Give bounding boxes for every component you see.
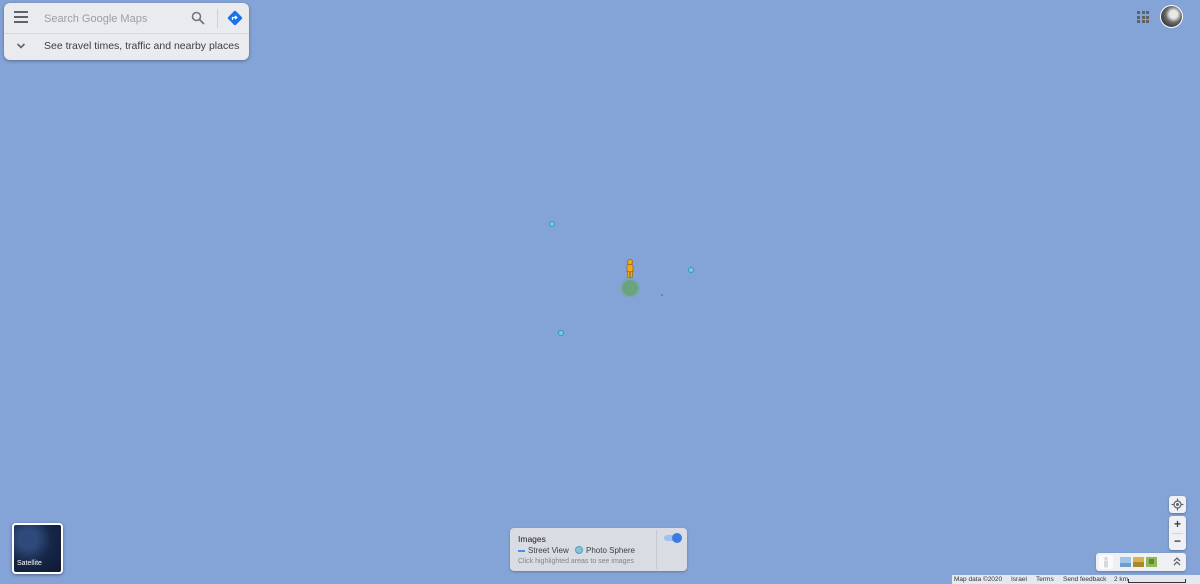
my-location-icon	[1171, 498, 1184, 511]
photo-sphere-marker[interactable]	[549, 221, 555, 227]
travel-times-label: See travel times, traffic and nearby pla…	[44, 40, 240, 52]
avatar[interactable]	[1160, 5, 1183, 28]
divider	[656, 530, 657, 569]
my-location-button[interactable]	[1169, 496, 1186, 513]
imagery-thumbnail[interactable]	[1133, 557, 1144, 567]
imagery-thumbnail[interactable]	[1120, 557, 1131, 567]
street-view-location-marker	[622, 280, 638, 296]
street-view-legend-label: Street View	[528, 546, 569, 555]
scale-label[interactable]: 2 km	[1114, 575, 1128, 584]
expand-icon[interactable]	[1171, 555, 1183, 569]
chevron-down-icon	[16, 43, 26, 49]
search-row	[4, 3, 249, 34]
pegman-placeholder-icon	[1104, 556, 1108, 568]
map-data-attribution: Map data ©2020	[954, 576, 1003, 583]
street-view-legend-line	[518, 550, 525, 552]
pegman-slot[interactable]	[1099, 555, 1113, 569]
search-panel: See travel times, traffic and nearby pla…	[4, 3, 249, 60]
imagery-thumbnail[interactable]	[1146, 557, 1157, 567]
imagery-strip	[1096, 553, 1186, 571]
images-toggle[interactable]	[664, 533, 682, 543]
scale-bar	[1128, 579, 1186, 583]
images-title: Images	[518, 534, 546, 544]
satellite-layer-button[interactable]: Satellite	[12, 523, 63, 574]
menu-icon[interactable]	[14, 11, 28, 23]
zoom-control: + −	[1169, 516, 1186, 550]
directions-icon[interactable]	[227, 10, 243, 26]
terms-link[interactable]: Terms	[1036, 575, 1054, 584]
images-layer-panel: Images Street View Photo Sphere Click hi…	[510, 528, 687, 571]
travel-times-button[interactable]: See travel times, traffic and nearby pla…	[4, 34, 249, 60]
map-footer: Map data ©2020 Israel Terms Send feedbac…	[952, 575, 1200, 584]
satellite-label: Satellite	[17, 560, 42, 567]
map-canvas[interactable]	[0, 0, 1200, 584]
images-hint: Click highlighted areas to see images	[518, 558, 634, 565]
map-point	[661, 294, 663, 296]
search-icon[interactable]	[191, 11, 205, 25]
divider	[217, 9, 218, 28]
photo-sphere-legend-dot	[575, 546, 583, 554]
apps-grid-icon[interactable]	[1137, 11, 1149, 23]
zoom-out-button[interactable]: −	[1169, 533, 1186, 550]
search-input[interactable]	[42, 9, 186, 29]
zoom-in-button[interactable]: +	[1169, 516, 1186, 533]
region-link[interactable]: Israel	[1011, 575, 1027, 584]
toggle-knob	[672, 533, 682, 543]
pegman-icon[interactable]	[625, 259, 635, 278]
photo-sphere-marker[interactable]	[558, 330, 564, 336]
photo-sphere-legend-label: Photo Sphere	[586, 546, 635, 555]
send-feedback-link[interactable]: Send feedback	[1063, 575, 1106, 584]
photo-sphere-marker[interactable]	[688, 267, 694, 273]
